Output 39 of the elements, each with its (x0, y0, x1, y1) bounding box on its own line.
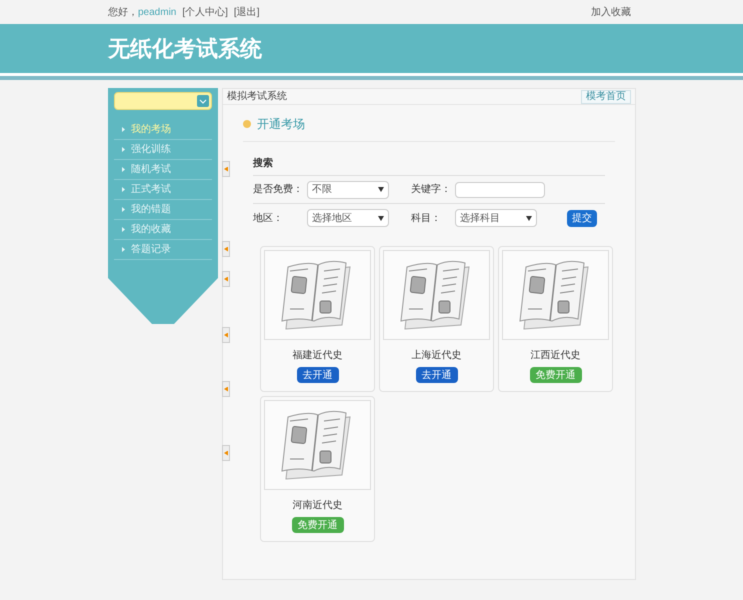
sidebar-item[interactable]: 我的错题 (114, 200, 212, 220)
free-select[interactable]: 不限 (307, 180, 389, 198)
caret-icon (526, 216, 532, 220)
field-label: 科目： (411, 212, 442, 226)
region-select[interactable]: 选择地区 (307, 209, 389, 227)
search-heading: 搜索 (253, 158, 273, 169)
section-title: 开通考场 (257, 116, 305, 133)
open-button[interactable]: 免费开通 (292, 517, 344, 533)
sidebar-item[interactable]: 随机考试 (114, 160, 212, 180)
top-link[interactable]: [退出] (234, 4, 260, 20)
sidebar-item[interactable]: 强化训练 (114, 140, 212, 160)
submit-button[interactable]: 提交 (567, 210, 597, 226)
field-label: 是否免费： (253, 182, 304, 197)
sidebar-item[interactable]: 我的考场 (114, 120, 212, 140)
caret-icon (378, 187, 384, 192)
exam-name: 福建近代史 (292, 348, 342, 363)
open-button[interactable]: 去开通 (296, 367, 338, 383)
open-button[interactable]: 去开通 (416, 367, 458, 383)
sidebar-select[interactable] (114, 92, 212, 110)
bookmark-link[interactable]: 加入收藏 (591, 4, 631, 20)
bullet-icon (243, 120, 251, 128)
breadcrumb-text: 模拟考试系统 (227, 90, 287, 104)
sidebar-item[interactable]: 正式考试 (114, 180, 212, 200)
field-label: 关键字： (411, 182, 452, 197)
exam-name: 河南近代史 (292, 498, 342, 513)
sidebar-item[interactable]: 我的收藏 (114, 220, 212, 240)
home-button[interactable]: 模考首页 (581, 90, 631, 104)
top-link[interactable]: [个人中心] (182, 4, 228, 20)
subject-select[interactable]: 选择科目 (455, 209, 537, 227)
sidebar-item[interactable]: 答题记录 (114, 240, 212, 260)
exam-name: 上海近代史 (412, 348, 462, 363)
dropdown-icon (197, 95, 209, 107)
open-button[interactable]: 免费开通 (530, 367, 582, 383)
greeting-text: 您好，peadmin (108, 6, 176, 20)
caret-icon (378, 216, 384, 220)
exam-name: 江西近代史 (530, 348, 580, 363)
keyword-field[interactable] (455, 182, 545, 198)
field-label: 地区： (253, 212, 284, 226)
site-title: 无纸化考试系统 (108, 35, 262, 63)
